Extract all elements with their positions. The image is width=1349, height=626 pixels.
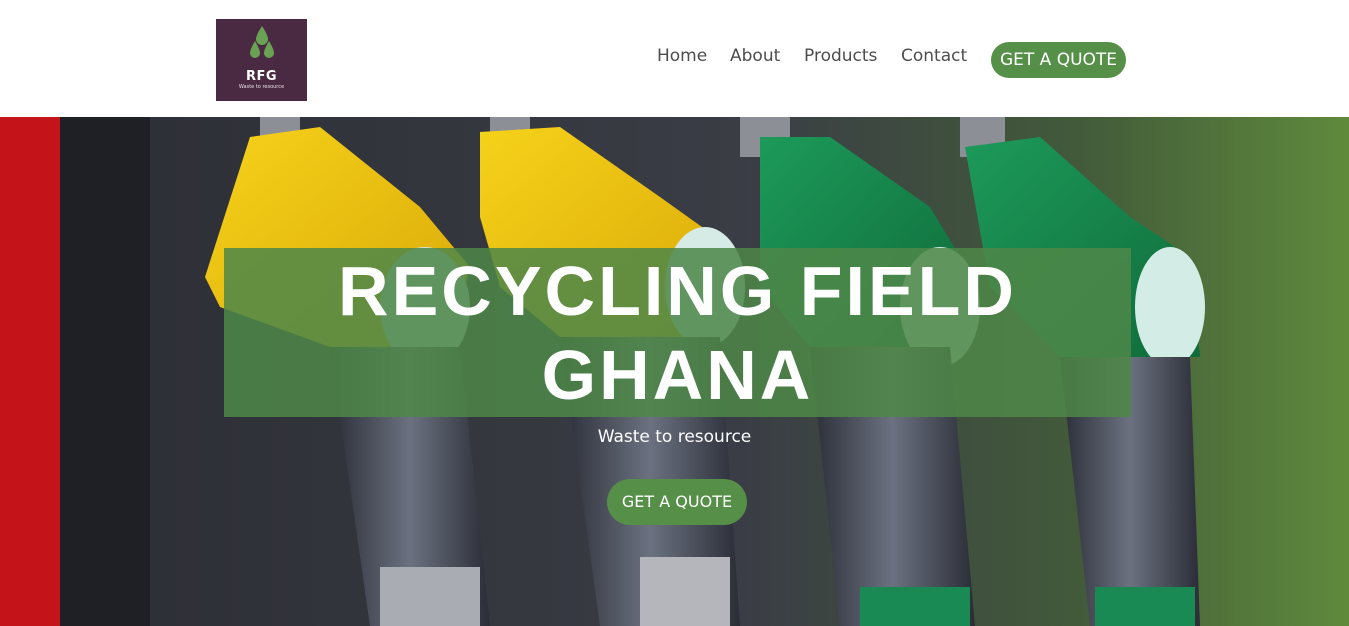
hero-title-line1: RECYCLING FIELD	[338, 252, 1017, 330]
logo-tagline: Waste to resource	[238, 84, 285, 90]
nav-contact[interactable]: Contact	[901, 46, 967, 70]
hero-get-quote-button[interactable]: GET A QUOTE	[607, 479, 747, 525]
logo-text: RFG	[245, 69, 278, 84]
hero-subtitle: Waste to resource	[597, 427, 752, 447]
water-drops-icon	[250, 26, 274, 58]
hero-title: RECYCLING FIELD GHANA	[224, 249, 1131, 417]
nav-about[interactable]: About	[730, 46, 780, 70]
nav-products[interactable]: Products	[804, 46, 877, 70]
logo[interactable]: RFG Waste to resource	[216, 19, 307, 101]
hero-section: RECYCLING FIELD GHANA Waste to resource …	[0, 117, 1349, 626]
nav-home[interactable]: Home	[657, 46, 707, 70]
hero-title-line2: GHANA	[541, 336, 814, 414]
site-header: RFG Waste to resource Home About Product…	[0, 0, 1349, 117]
header-get-quote-button[interactable]: GET A QUOTE	[991, 42, 1126, 78]
